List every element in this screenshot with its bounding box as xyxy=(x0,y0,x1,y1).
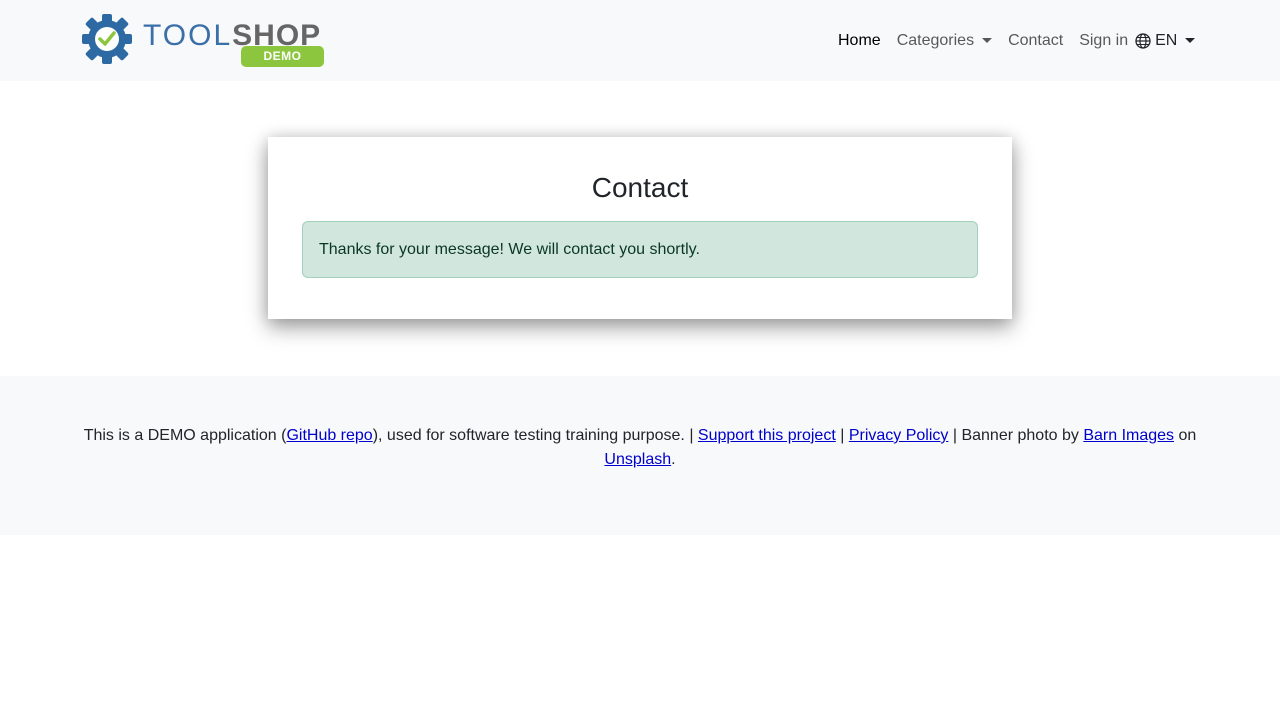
caret-down-icon xyxy=(1185,37,1196,43)
page-title: Contact xyxy=(591,172,689,203)
nav-contact-link[interactable]: Contact xyxy=(1008,28,1063,54)
gear-check-icon xyxy=(82,14,132,64)
footer-text-part: | xyxy=(835,427,849,444)
language-selector[interactable]: EN xyxy=(1135,28,1196,54)
main-nav: Home Categories Contact Sign in EN xyxy=(838,28,1196,54)
brand-demo-badge: DEMO xyxy=(241,46,324,67)
github-repo-link[interactable]: GitHub repo xyxy=(286,427,372,444)
footer-text-part: This is a DEMO application ( xyxy=(83,427,287,444)
nav-sign-in-link[interactable]: Sign in xyxy=(1079,28,1128,54)
support-project-link[interactable]: Support this project xyxy=(698,427,836,444)
language-label: EN xyxy=(1155,32,1178,49)
footer: This is a DEMO application (GitHub repo)… xyxy=(0,376,1280,535)
brand-tool-text: TOOL xyxy=(143,19,233,52)
nav-home-link[interactable]: Home xyxy=(838,28,881,54)
navbar: TOOLSHOP DEMO Home Categories Contact Si… xyxy=(0,0,1280,81)
footer-text: This is a DEMO application (GitHub repo)… xyxy=(60,424,1220,472)
globe-icon xyxy=(1135,33,1151,49)
nav-categories-dropdown[interactable]: Categories xyxy=(896,28,993,54)
contact-card: Contact Thanks for your message! We will… xyxy=(268,137,1012,319)
barn-images-link[interactable]: Barn Images xyxy=(1083,427,1174,444)
footer-text-part: . xyxy=(671,451,676,468)
footer-text-part: ), used for software testing training pu… xyxy=(372,427,698,444)
caret-down-icon xyxy=(982,37,993,43)
privacy-policy-link[interactable]: Privacy Policy xyxy=(849,427,949,444)
nav-categories-label: Categories xyxy=(896,32,975,49)
success-alert: Thanks for your message! We will contact… xyxy=(302,221,978,278)
footer-text-part: | Banner photo by xyxy=(948,427,1084,444)
unsplash-link[interactable]: Unsplash xyxy=(604,451,671,468)
brand-logo[interactable]: TOOLSHOP DEMO xyxy=(81,12,331,68)
footer-text-part: on xyxy=(1174,427,1197,444)
